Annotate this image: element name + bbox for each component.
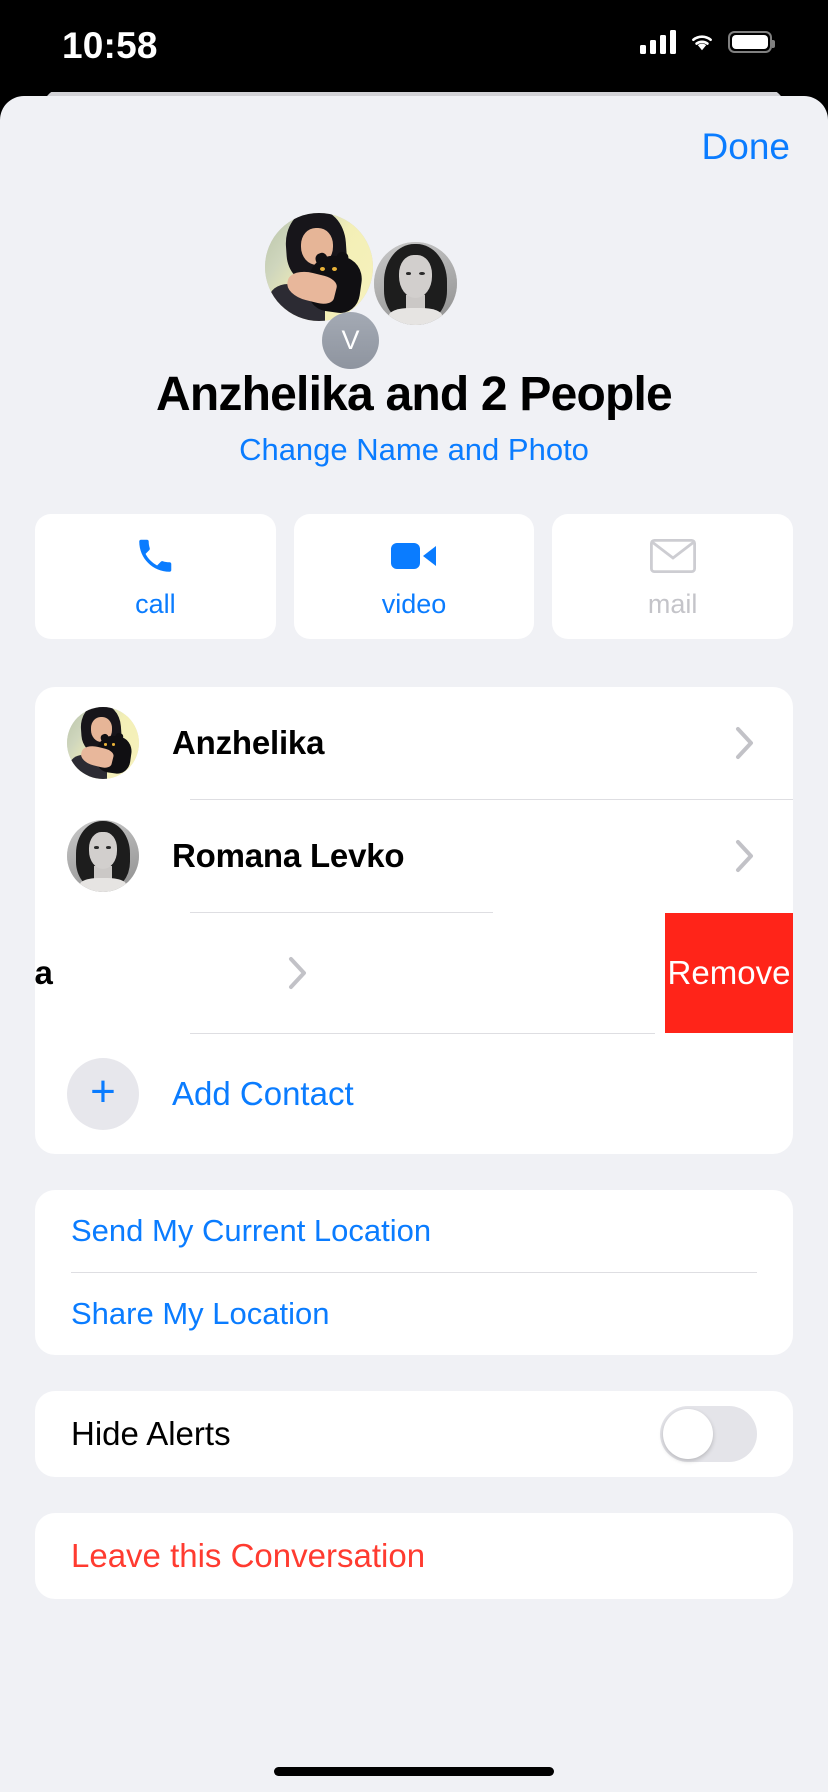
phone-icon: [134, 535, 176, 577]
hide-alerts-row[interactable]: Hide Alerts: [35, 1391, 793, 1477]
chevron-right-icon: [736, 840, 753, 872]
location-card: Send My Current Location Share My Locati…: [35, 1190, 793, 1355]
page-title: Anzhelika and 2 People: [156, 368, 673, 421]
call-button[interactable]: call: [35, 514, 276, 639]
chevron-right-icon: [736, 727, 753, 759]
contact-name: Vova: [35, 954, 53, 991]
contact-avatar: [67, 820, 139, 892]
wifi-icon: [692, 35, 712, 51]
avatar-romana[interactable]: [374, 242, 457, 325]
sheet-nav-bar: Done: [0, 96, 828, 186]
avatar-anzhelika[interactable]: [265, 213, 373, 321]
contact-row-romana[interactable]: Romana Levko: [35, 800, 793, 912]
contact-name: Romana Levko: [172, 837, 405, 874]
mail-button: mail: [552, 514, 794, 639]
contact-name: Anzhelika: [172, 724, 325, 761]
quick-actions-row: call video mail: [0, 514, 828, 639]
add-contact-row[interactable]: + Add Contact: [35, 1034, 793, 1154]
mail-label: mail: [647, 588, 698, 619]
status-bar: 10:58: [0, 0, 828, 92]
video-label: video: [381, 588, 447, 619]
add-contact-label: Add Contact: [172, 1075, 354, 1112]
avatar-vova[interactable]: V: [322, 312, 379, 369]
done-button[interactable]: Done: [702, 126, 790, 168]
participants-card: Anzhelika Romana Levko a Remove + Add Co…: [35, 687, 793, 1154]
call-label: call: [135, 588, 176, 619]
change-name-and-photo-link[interactable]: Change Name and Photo: [0, 431, 828, 469]
plus-icon: +: [67, 1058, 139, 1130]
mail-icon: [649, 535, 696, 577]
hide-alerts-label: Hide Alerts: [71, 1415, 231, 1452]
leave-conversation-card: Leave this Conversation: [35, 1513, 793, 1599]
status-bar-indicators: [640, 30, 775, 54]
chevron-right-icon: [288, 957, 306, 989]
battery-icon: [728, 31, 775, 53]
leave-conversation-button[interactable]: Leave this Conversation: [35, 1513, 793, 1599]
cellular-bars-icon: [640, 30, 676, 54]
video-icon: [391, 535, 437, 577]
hide-alerts-toggle[interactable]: [660, 1406, 757, 1462]
remove-contact-button[interactable]: Remove: [665, 913, 793, 1033]
share-my-location-row[interactable]: Share My Location: [35, 1273, 793, 1355]
alerts-card: Hide Alerts: [35, 1391, 793, 1477]
contact-row-anzhelika[interactable]: Anzhelika: [35, 687, 793, 799]
status-bar-time: 10:58: [62, 25, 158, 66]
phone-screen: 10:58 Done V Anzhelika and 2 People Chan…: [0, 0, 828, 1792]
group-avatar-cluster[interactable]: V: [0, 186, 828, 369]
contact-avatar: [67, 707, 139, 779]
contact-row-vova-swiped[interactable]: Vova Remove: [35, 913, 793, 1033]
contact-row-content[interactable]: Vova: [35, 913, 668, 1033]
home-indicator[interactable]: [274, 1767, 554, 1776]
video-button[interactable]: video: [293, 514, 535, 639]
send-current-location-row[interactable]: Send My Current Location: [35, 1190, 793, 1272]
avatar-initial: V: [341, 325, 360, 355]
group-details-sheet: Done V Anzhelika and 2 People Change Nam…: [0, 96, 828, 1792]
